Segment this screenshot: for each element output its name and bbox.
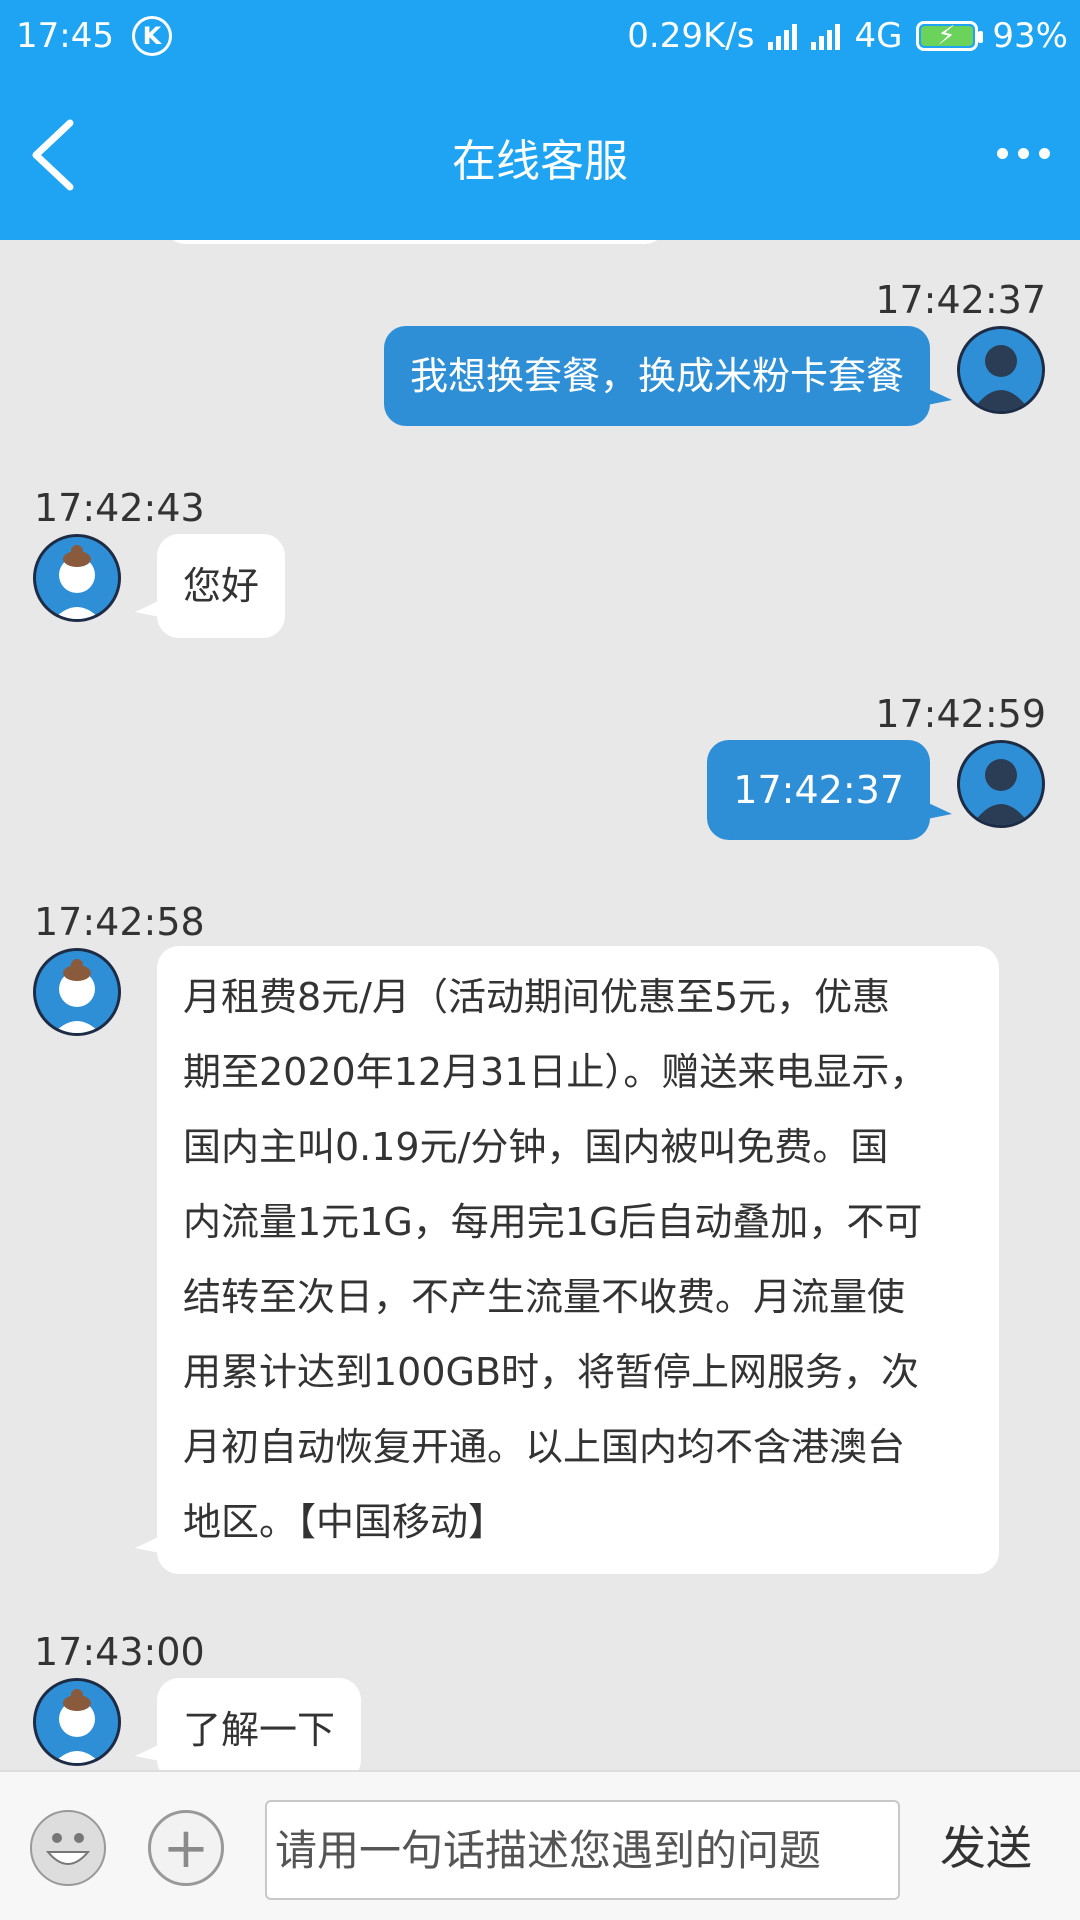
network-type: 4G — [854, 16, 903, 56]
plus-button[interactable]: + — [148, 1810, 224, 1886]
message-line: 期至2020年12月31日止）。赠送来电显示， — [183, 1050, 928, 1094]
net-speed: 0.29K/s — [627, 16, 755, 56]
plus-icon: + — [162, 1815, 210, 1881]
message-timestamp: 17:42:37 — [875, 278, 1046, 322]
user-avatar[interactable] — [957, 326, 1045, 414]
previous-message-bubble — [165, 240, 665, 244]
message-line: 国内主叫0.19元/分钟，国内被叫免费。国 — [183, 1125, 889, 1169]
message-input[interactable] — [265, 1800, 900, 1900]
message-line: 内流量1元1G，每用完1G后自动叠加，不可 — [183, 1200, 923, 1244]
status-bar: 17:45 K 0.29K/s 4G ⚡ 93% — [0, 0, 1080, 75]
signal-icon — [768, 22, 798, 50]
message-line: 结转至次日，不产生流量不收费。月流量使 — [183, 1275, 906, 1319]
message-line: 地区。【中国移动】 — [183, 1500, 507, 1544]
message-timestamp: 17:42:43 — [34, 486, 205, 530]
message-bubble-incoming[interactable]: 了解一下 — [134, 1678, 362, 1770]
message-line: 月租费8元/月（活动期间优惠至5元，优惠 — [183, 975, 891, 1019]
more-button[interactable] — [988, 135, 1058, 171]
more-dots-icon — [996, 147, 1008, 159]
message-line: 用累计达到100GB时，将暂停上网服务，次 — [183, 1350, 920, 1394]
message-bubble-outgoing[interactable]: 我想换套餐，换成米粉卡套餐 — [383, 326, 953, 426]
battery-icon: ⚡ — [916, 21, 984, 51]
input-bar: + 发送 — [0, 1770, 1080, 1920]
app-header: 在线客服 — [0, 75, 1080, 240]
battery-percent: 93% — [992, 16, 1068, 56]
message-timestamp: 17:43:00 — [34, 1630, 205, 1674]
message-bubble-incoming[interactable]: 您好 — [134, 534, 286, 638]
k-app-icon: K — [131, 16, 172, 56]
page-title: 在线客服 — [452, 136, 628, 187]
emoji-button[interactable] — [30, 1810, 106, 1886]
agent-avatar[interactable] — [33, 534, 121, 622]
user-avatar[interactable] — [957, 740, 1045, 828]
message-line: 月初自动恢复开通。以上国内均不含港澳台 — [183, 1425, 906, 1469]
smiley-icon — [45, 1833, 91, 1865]
agent-avatar[interactable] — [33, 948, 121, 1036]
message-timestamp: 17:42:59 — [875, 692, 1046, 736]
send-button[interactable]: 发送 — [940, 1812, 1032, 1878]
status-time: 17:45 — [16, 16, 114, 56]
signal-icon-2 — [811, 22, 841, 50]
chat-area[interactable]: 17:42:37 我想换套餐，换成米粉卡套餐 17:42:43 您好 17:42… — [0, 240, 1080, 1770]
message-timestamp: 17:42:58 — [34, 900, 205, 944]
message-bubble-incoming[interactable]: 月租费8元/月（活动期间优惠至5元，优惠 期至2020年12月31日止）。赠送来… — [135, 946, 999, 1574]
message-bubble-outgoing[interactable]: 17:42:37 — [707, 740, 952, 840]
agent-avatar[interactable] — [33, 1678, 121, 1766]
